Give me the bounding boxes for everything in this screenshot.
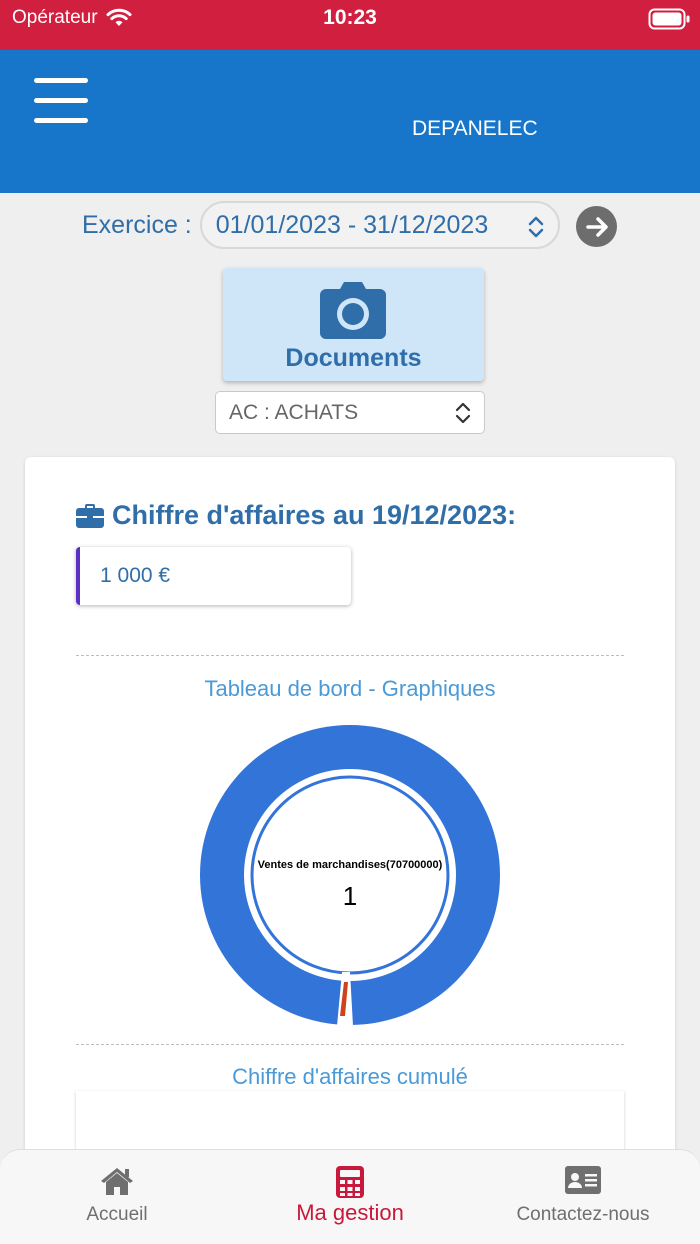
dashboard-title: Tableau de bord - Graphiques bbox=[204, 676, 496, 701]
app-header: DEPANELEC bbox=[0, 50, 700, 193]
battery-icon bbox=[648, 8, 690, 30]
tab-accueil[interactable]: Accueil bbox=[37, 1150, 197, 1244]
revenue-value: 1 000 € bbox=[100, 564, 171, 587]
next-exercice-button[interactable] bbox=[576, 206, 617, 247]
status-time: 10:23 bbox=[323, 6, 377, 29]
revenue-title-text: Chiffre d'affaires au 19/12/2023: bbox=[112, 500, 517, 530]
home-icon bbox=[101, 1168, 133, 1195]
chevron-up-down-icon bbox=[528, 216, 544, 238]
menu-icon[interactable] bbox=[34, 78, 88, 126]
cumulative-title: Chiffre d'affaires cumulé bbox=[232, 1064, 468, 1089]
exercice-label: Exercice : bbox=[82, 210, 192, 239]
donut-inner-ring bbox=[244, 769, 456, 981]
divider bbox=[76, 1044, 624, 1045]
briefcase-icon bbox=[76, 503, 104, 528]
revenue-value-box: 1 000 € bbox=[76, 547, 351, 605]
camera-icon bbox=[320, 282, 386, 339]
tab-contactez-nous-label: Contactez-nous bbox=[516, 1204, 650, 1225]
exercice-select[interactable]: 01/01/2023 - 31/12/2023 bbox=[199, 201, 560, 249]
donut-chart bbox=[200, 725, 500, 1026]
exercice-value: 01/01/2023 - 31/12/2023 bbox=[215, 210, 489, 239]
status-bar: Opérateur 10:23 bbox=[0, 0, 700, 50]
tab-ma-gestion-label: Ma gestion bbox=[296, 1200, 404, 1225]
tab-contactez-nous[interactable]: Contactez-nous bbox=[497, 1150, 669, 1244]
exercice-row: Exercice : 01/01/2023 - 31/12/2023 bbox=[82, 200, 560, 250]
arrow-right-icon bbox=[585, 216, 608, 237]
company-name: DEPANELEC bbox=[412, 117, 538, 140]
tab-ma-gestion[interactable]: Ma gestion bbox=[270, 1150, 430, 1244]
donut-center-value: 1 bbox=[342, 881, 358, 911]
documents-label: Documents bbox=[285, 344, 422, 372]
journal-select[interactable]: AC : ACHATS bbox=[215, 391, 485, 434]
contact-card-icon bbox=[565, 1166, 601, 1194]
tab-bar: Accueil Ma gestion Contactez-nous bbox=[0, 1149, 700, 1244]
tab-accueil-label: Accueil bbox=[86, 1204, 148, 1225]
divider bbox=[76, 655, 624, 656]
journal-value: AC : ACHATS bbox=[229, 400, 359, 424]
revenue-title: Chiffre d'affaires au 19/12/2023: bbox=[76, 500, 516, 531]
documents-button[interactable]: Documents bbox=[223, 268, 484, 381]
donut-center-label: Ventes de marchandises(70700000) bbox=[257, 859, 443, 871]
dashboard-card: Chiffre d'affaires au 19/12/2023: 1 000 … bbox=[25, 457, 675, 1244]
chevron-up-down-icon bbox=[455, 402, 471, 424]
calculator-icon bbox=[336, 1166, 364, 1198]
